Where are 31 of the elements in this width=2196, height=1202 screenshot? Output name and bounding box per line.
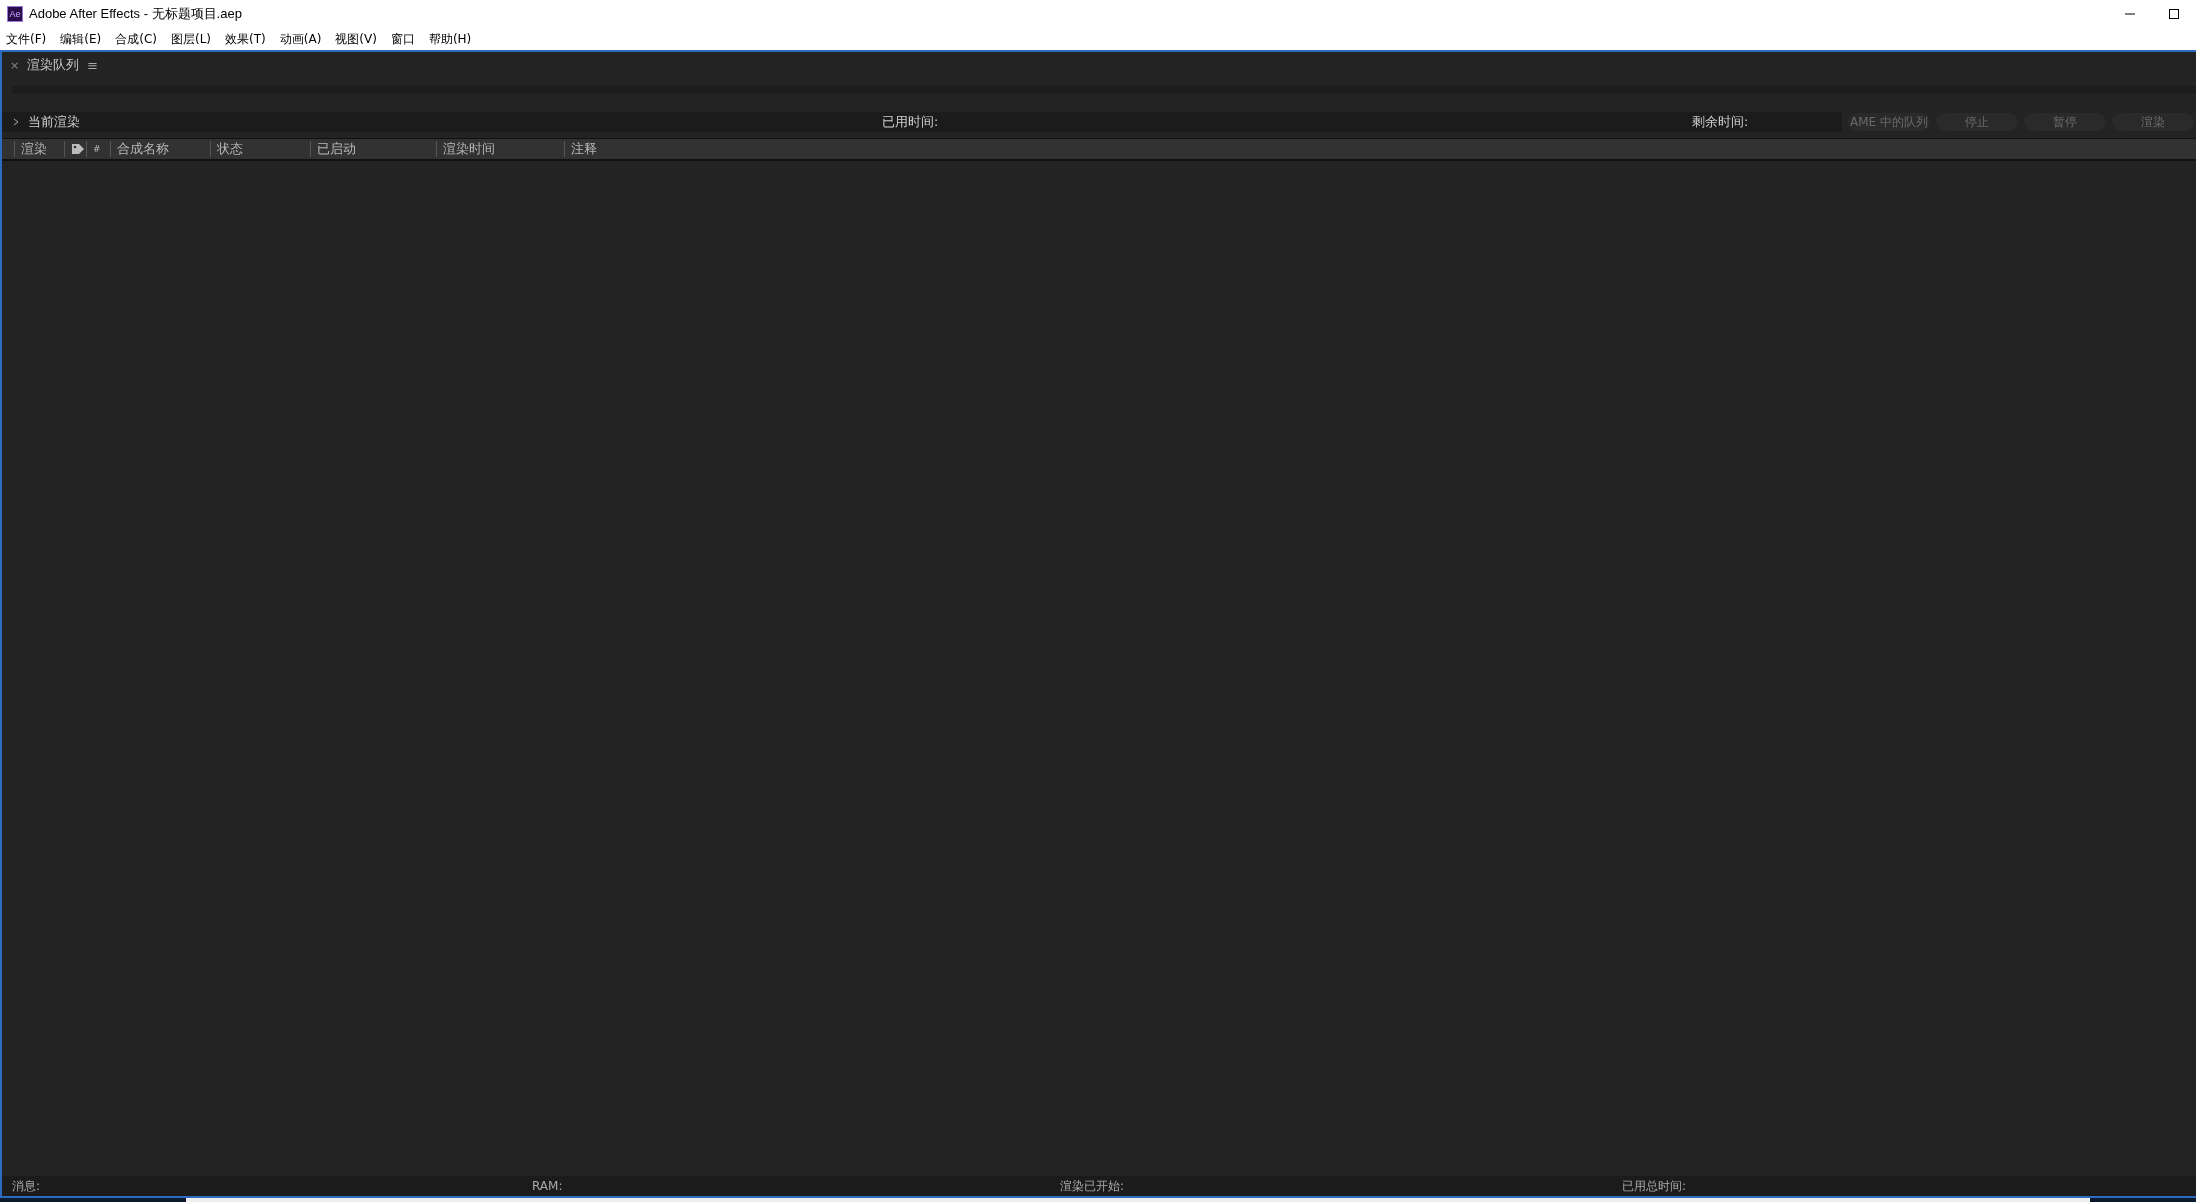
menu-item[interactable]: 视图(V) [333, 30, 383, 48]
remaining-time-label: 剩余时间: [1692, 113, 1749, 129]
menu-item[interactable]: 动画(A) [277, 30, 328, 48]
app-logo-icon: Ae [7, 6, 23, 22]
menu-item[interactable]: 窗口 [388, 30, 421, 48]
status-label: 消息: [12, 1178, 41, 1193]
section-label: 当前渲染 [28, 113, 80, 131]
column-header[interactable]: 已启动 [317, 140, 356, 158]
menu-item[interactable]: 效果(T) [223, 30, 272, 48]
maximize-icon[interactable] [2168, 8, 2180, 20]
elapsed-time-label: 已用时间: [882, 113, 939, 129]
chevron-icon[interactable] [12, 118, 20, 126]
column-header[interactable]: 注释 [571, 140, 597, 158]
menu-item[interactable]: 合成(C) [113, 30, 163, 48]
column-header[interactable]: # [93, 144, 101, 154]
menu-button[interactable]: ≡ [87, 57, 99, 73]
column-header[interactable]: 渲染 [21, 140, 47, 158]
window-title: Adobe After Effects - 无标题项目.aep [29, 5, 242, 23]
menu-item[interactable]: 图层(L) [168, 30, 218, 48]
status-label: RAM: [532, 1179, 563, 1193]
column-header[interactable]: 合成名称 [117, 140, 169, 158]
status-label: 已用总时间: [1622, 1178, 1687, 1193]
column-header[interactable]: 状态 [217, 140, 243, 158]
close-button[interactable]: × [10, 58, 20, 72]
column-header[interactable]: 渲染时间 [443, 140, 495, 158]
tag-icon [71, 143, 85, 155]
menu-item[interactable]: 文件(F) [4, 30, 53, 48]
menu-item[interactable]: 编辑(E) [58, 30, 108, 48]
status-label: 渲染已开始: [1060, 1178, 1125, 1193]
panel-tab[interactable]: 渲染队列 [27, 56, 80, 74]
menu-item[interactable]: 帮助(H) [426, 30, 478, 48]
